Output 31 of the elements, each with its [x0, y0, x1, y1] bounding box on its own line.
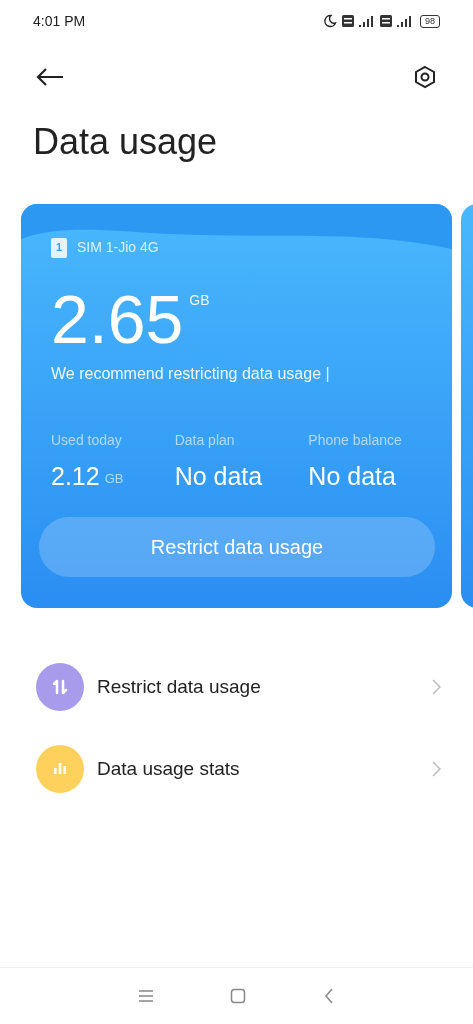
menu-item[interactable]: Restrict data usage: [0, 646, 473, 728]
settings-icon[interactable]: [413, 65, 437, 89]
signal-icon: [359, 15, 375, 27]
stat-label: Phone balance: [308, 431, 403, 450]
usage-unit: GB: [189, 291, 210, 310]
battery-level: 98: [420, 14, 440, 28]
sim-icon: 1: [51, 237, 67, 258]
signal-icon: [397, 15, 413, 27]
chevron-icon: [432, 761, 441, 777]
menu-item-label: Restrict data usage: [97, 674, 262, 699]
back-icon[interactable]: [322, 988, 335, 1004]
stat-unit: GB: [104, 469, 124, 488]
stat-value: No data: [174, 461, 263, 491]
menu-item[interactable]: Data usage stats: [0, 728, 473, 810]
recommendation-text: We recommend restricting data usage |: [51, 364, 331, 384]
menu-item-label: Data usage stats: [97, 756, 241, 781]
chevron-icon: [432, 679, 441, 695]
stat-label: Used today: [51, 431, 123, 450]
stat-value: 2.12: [51, 461, 100, 491]
moon-icon: [323, 14, 337, 28]
volte-icon: [342, 15, 354, 27]
sim-label: SIM 1-Jio 4G: [77, 238, 159, 257]
status-time: 4:01 PM: [33, 11, 86, 31]
volte-icon: [380, 15, 392, 27]
page-title: Data usage: [32, 120, 219, 164]
menu-icon[interactable]: [138, 989, 155, 1003]
stat-value: No data: [308, 461, 396, 491]
back-arrow-icon[interactable]: [36, 67, 64, 87]
stat-label: Data plan: [174, 431, 236, 450]
usage-amount: 2.65: [51, 280, 184, 358]
home-icon[interactable]: [230, 988, 247, 1004]
